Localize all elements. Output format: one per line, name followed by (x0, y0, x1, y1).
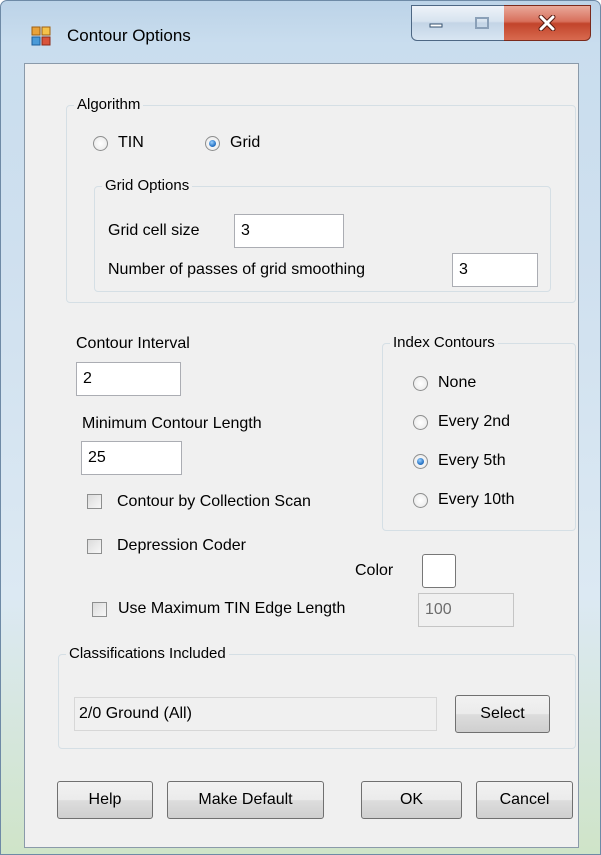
title-bar[interactable]: Contour Options (1, 1, 600, 63)
tin-radio-label[interactable]: TIN (118, 133, 144, 153)
classifications-group: Classifications Included 2/0 Ground (All… (58, 644, 576, 749)
max-tin-edge-checkbox[interactable] (92, 602, 107, 617)
grid-radio[interactable] (205, 136, 220, 151)
close-icon (538, 15, 556, 31)
algorithm-group: Algorithm TIN Grid Grid Options Grid cel… (66, 95, 576, 303)
dialog-body: Algorithm TIN Grid Grid Options Grid cel… (24, 63, 579, 848)
window-title: Contour Options (67, 26, 191, 45)
algorithm-legend: Algorithm (74, 95, 144, 115)
classifications-legend: Classifications Included (66, 644, 229, 664)
maximize-icon (475, 17, 489, 29)
collection-scan-checkbox[interactable] (87, 494, 102, 509)
tin-radio[interactable] (93, 136, 108, 151)
smoothing-passes-label: Number of passes of grid smoothing (108, 261, 366, 278)
depression-coder-checkbox[interactable] (87, 539, 102, 554)
grid-cell-size-input[interactable]: 3 (234, 214, 344, 248)
minimize-button[interactable] (411, 5, 461, 41)
contour-options-window: Contour Options Algorithm TIN Grid Grid … (0, 0, 601, 855)
max-tin-edge-label[interactable]: Use Maximum TIN Edge Length (118, 599, 345, 619)
color-swatch-button[interactable] (422, 554, 456, 588)
max-tin-edge-input[interactable]: 100 (418, 593, 514, 627)
index-every-10th-radio[interactable] (413, 493, 428, 508)
app-grid-icon (31, 26, 51, 46)
help-button[interactable]: Help (57, 781, 153, 819)
index-every-2nd-radio[interactable] (413, 415, 428, 430)
classifications-value-field: 2/0 Ground (All) (74, 697, 437, 731)
make-default-button[interactable]: Make Default (167, 781, 324, 819)
contour-interval-label: Contour Interval (76, 335, 190, 352)
min-contour-length-label: Minimum Contour Length (82, 415, 262, 432)
min-contour-length-input[interactable]: 25 (81, 441, 182, 475)
index-every-10th-label[interactable]: Every 10th (438, 490, 514, 510)
close-button[interactable] (504, 5, 591, 41)
index-none-radio[interactable] (413, 376, 428, 391)
color-label: Color (355, 562, 394, 579)
smoothing-passes-input[interactable]: 3 (452, 253, 538, 287)
ok-button[interactable]: OK (361, 781, 462, 819)
index-contours-group: Index Contours None Every 2nd Every 5th … (382, 333, 576, 531)
index-every-5th-radio[interactable] (413, 454, 428, 469)
index-none-label[interactable]: None (438, 373, 476, 393)
grid-cell-size-label: Grid cell size (108, 222, 200, 239)
maximize-button[interactable] (460, 5, 505, 41)
contour-interval-input[interactable]: 2 (76, 362, 181, 396)
grid-options-group: Grid Options Grid cell size 3 Number of … (94, 176, 551, 292)
index-every-2nd-label[interactable]: Every 2nd (438, 412, 510, 432)
collection-scan-label[interactable]: Contour by Collection Scan (117, 492, 311, 512)
grid-radio-label[interactable]: Grid (230, 133, 260, 153)
depression-coder-label[interactable]: Depression Coder (117, 536, 246, 556)
grid-options-legend: Grid Options (102, 176, 193, 196)
cancel-button[interactable]: Cancel (476, 781, 573, 819)
index-every-5th-label[interactable]: Every 5th (438, 451, 506, 471)
index-contours-legend: Index Contours (390, 333, 498, 353)
select-classifications-button[interactable]: Select (455, 695, 550, 733)
minimize-icon (429, 23, 443, 28)
